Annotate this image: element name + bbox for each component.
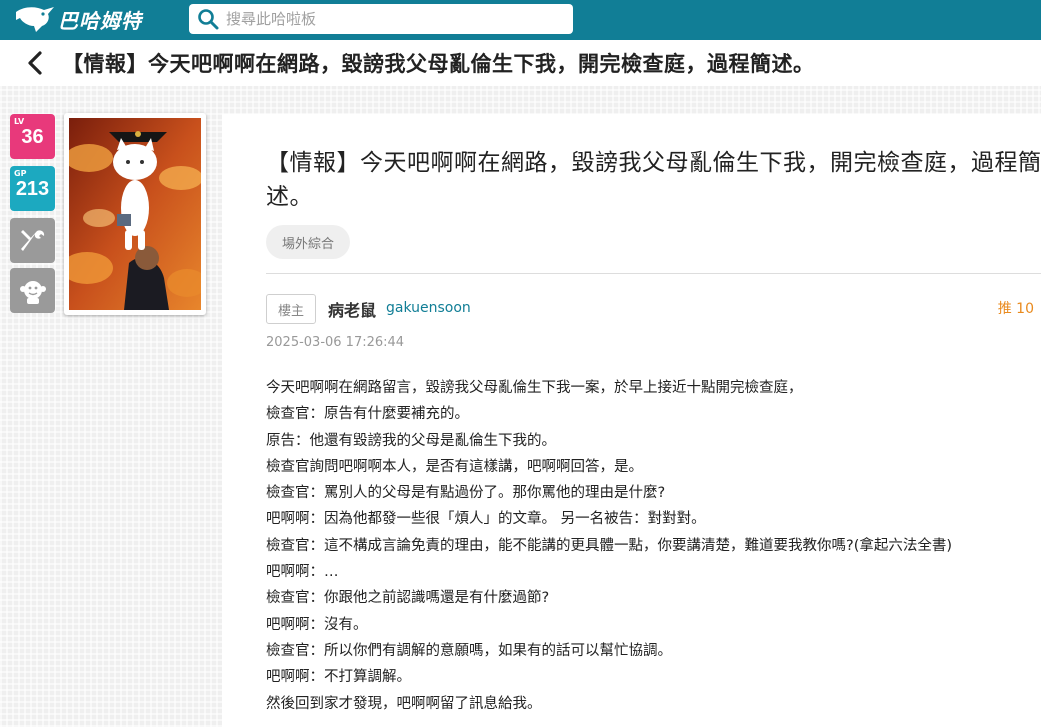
post-time: 2025-03-06 17:26:44 xyxy=(266,335,405,350)
post-line: 吧啊啊：不打算調解。 xyxy=(266,669,411,686)
level-label: LV xyxy=(14,117,25,126)
site-logo[interactable]: 巴哈姆特 xyxy=(14,2,142,36)
post-title: 【情報】今天吧啊啊在網路，毀謗我父母亂倫生下我，開完檢查庭，過程簡述。 xyxy=(266,150,1041,210)
push-count[interactable]: 推 10 xyxy=(998,298,1034,318)
board-tag[interactable]: 場外綜合 xyxy=(266,225,351,259)
post-line: 檢查官：罵別人的父母是有點過份了。那你罵他的理由是什麼? xyxy=(266,485,666,502)
race-badge[interactable] xyxy=(10,268,55,313)
author-id[interactable]: gakuensoon xyxy=(386,300,471,316)
bahamut-dragon-icon xyxy=(16,7,54,32)
post-line: 檢查官：你跟他之前認識嗎還是有什麼過節? xyxy=(266,590,550,607)
divider xyxy=(266,273,1041,274)
back-button[interactable] xyxy=(20,43,50,83)
chevron-left-icon xyxy=(28,51,42,75)
post-line: 吧啊啊：沒有。 xyxy=(266,616,368,633)
post-line: 檢查官：所以你們有調解的意願嗎，如果有的話可以幫忙協調。 xyxy=(266,642,672,659)
author-name[interactable]: 病老鼠 xyxy=(328,297,376,321)
top-navbar: 巴哈姆特 xyxy=(0,0,1041,40)
thread-header-bar: 【情報】今天吧啊啊在網路，毀謗我父母亂倫生下我，開完檢查庭，過程簡述。 xyxy=(0,40,1041,86)
post-line: 吧啊啊：因為他都發一些很「煩人」的文章。 另一名被告：對對對。 xyxy=(266,511,706,528)
post-line: 吧啊啊：… xyxy=(266,564,339,581)
search-box[interactable] xyxy=(189,4,573,34)
wrench-icon xyxy=(20,229,44,251)
post-line: 今天吧啊啊在網路留言，毀謗我父母亂倫生下我一案，於早上接近十點開完檢查庭， xyxy=(266,380,803,396)
floor-badge: 樓主 xyxy=(266,294,316,324)
post-line: 檢查官：原告有什麼要補充的。 xyxy=(266,406,469,423)
avatar-image xyxy=(69,118,201,310)
gp-badge[interactable]: GP 213 xyxy=(10,166,55,211)
header-title: 【情報】今天吧啊啊在網路，毀謗我父母亂倫生下我，開完檢查庭，過程簡述。 xyxy=(62,52,815,76)
level-value: 36 xyxy=(21,126,44,148)
avatar-card[interactable] xyxy=(64,113,206,315)
post-body: 今天吧啊啊在網路留言，毀謗我父母亂倫生下我一案，於早上接近十點開完檢查庭， 檢查… xyxy=(266,375,1036,717)
search-icon[interactable] xyxy=(196,7,220,31)
gp-label: GP xyxy=(14,169,27,178)
post-line: 然後回到家才發現，吧啊啊留了訊息給我。 xyxy=(266,695,542,712)
search-input[interactable] xyxy=(226,10,556,28)
monkey-face-icon xyxy=(19,280,46,304)
level-badge[interactable]: LV 36 xyxy=(10,114,55,159)
post-line: 原告：他還有毀謗我的父母是亂倫生下我的。 xyxy=(266,432,556,449)
post-line: 檢查官：這不構成言論免責的理由，能不能講的更具體一點，你要講清楚，難道要我教你嗎… xyxy=(266,537,953,554)
post-line: 檢查官詢問吧啊啊本人，是否有這樣講，吧啊啊回答，是。 xyxy=(266,458,643,475)
logo-text: 巴哈姆特 xyxy=(58,8,142,33)
post-container: 【情報】今天吧啊啊在網路，毀謗我父母亂倫生下我，開完檢查庭，過程簡述。 場外綜合… xyxy=(222,114,1041,727)
career-badge[interactable] xyxy=(10,218,55,263)
gp-value: 213 xyxy=(15,178,50,200)
